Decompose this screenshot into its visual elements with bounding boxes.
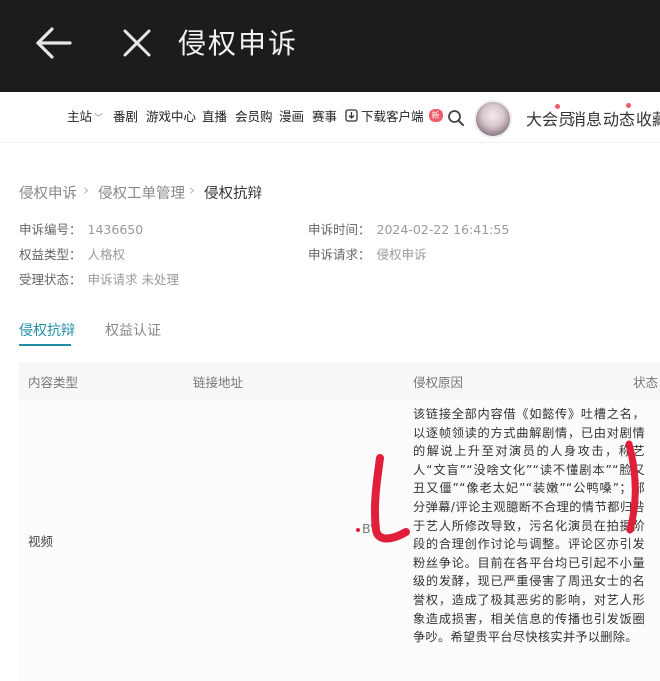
chevron-right-icon: › bbox=[189, 181, 195, 199]
nav-favorites[interactable]: 收藏 bbox=[636, 106, 660, 130]
notification-dot bbox=[626, 103, 631, 108]
nav-mall[interactable]: 会员购 bbox=[235, 106, 273, 125]
acceptance-status: 受理状态： 申诉请求 未处理 bbox=[19, 272, 179, 287]
back-arrow-icon[interactable] bbox=[34, 26, 74, 60]
nav-game-center[interactable]: 游戏中心 bbox=[146, 106, 196, 125]
complaint-time: 申诉时间： 2024-02-22 16:41:55 bbox=[308, 222, 510, 237]
tab-rights-certification[interactable]: 权益认证 bbox=[105, 320, 161, 340]
nav-main-site[interactable]: 主站 ﹀ bbox=[67, 106, 103, 125]
download-client-link[interactable]: 下载客户端 新 bbox=[345, 106, 443, 125]
page-title: 侵权申诉 bbox=[178, 27, 299, 60]
column-header-reason: 侵权原因 bbox=[413, 375, 464, 390]
rights-type: 权益类型： 人格权 bbox=[19, 247, 126, 262]
annotation-dot bbox=[356, 528, 360, 532]
nav-manga[interactable]: 漫画 bbox=[279, 106, 304, 125]
notification-dot bbox=[555, 104, 560, 109]
nav-live[interactable]: 直播 bbox=[202, 106, 227, 125]
cell-content-type: 视频 bbox=[28, 534, 54, 549]
column-header-content-type: 内容类型 bbox=[28, 375, 79, 390]
nav-match[interactable]: 赛事 bbox=[312, 106, 337, 125]
app-bar: 侵权申诉 bbox=[0, 0, 660, 92]
chevron-right-icon: › bbox=[83, 181, 89, 199]
table-header bbox=[19, 362, 660, 400]
close-icon[interactable] bbox=[120, 26, 154, 60]
download-icon bbox=[345, 109, 358, 122]
tab-active-indicator bbox=[19, 344, 71, 346]
complaint-request: 申诉请求： 侵权申诉 bbox=[308, 247, 427, 262]
column-header-link: 链接地址 bbox=[193, 375, 244, 390]
cell-reason: 该链接全部内容借《如懿传》吐槽之名，以逐帧领读的方式曲解剧情，已由对剧情的解说上… bbox=[413, 407, 645, 645]
cell-link[interactable]: BV bbox=[362, 521, 379, 536]
avatar[interactable] bbox=[474, 100, 512, 138]
breadcrumb-ticket-management[interactable]: 侵权工单管理 bbox=[98, 182, 185, 203]
new-badge: 新 bbox=[428, 109, 443, 122]
chevron-down-icon: ﹀ bbox=[94, 114, 104, 124]
breadcrumb-defense: 侵权抗辩 bbox=[204, 186, 262, 202]
column-header-status: 状态 bbox=[633, 375, 659, 390]
search-icon[interactable] bbox=[447, 109, 465, 127]
tab-infringement-defense[interactable]: 侵权抗辩 bbox=[19, 320, 75, 340]
nav-bangumi[interactable]: 番剧 bbox=[113, 106, 138, 125]
complaint-number: 申诉编号： 1436650 bbox=[19, 222, 144, 237]
breadcrumb-complaint[interactable]: 侵权申诉 bbox=[19, 182, 77, 203]
